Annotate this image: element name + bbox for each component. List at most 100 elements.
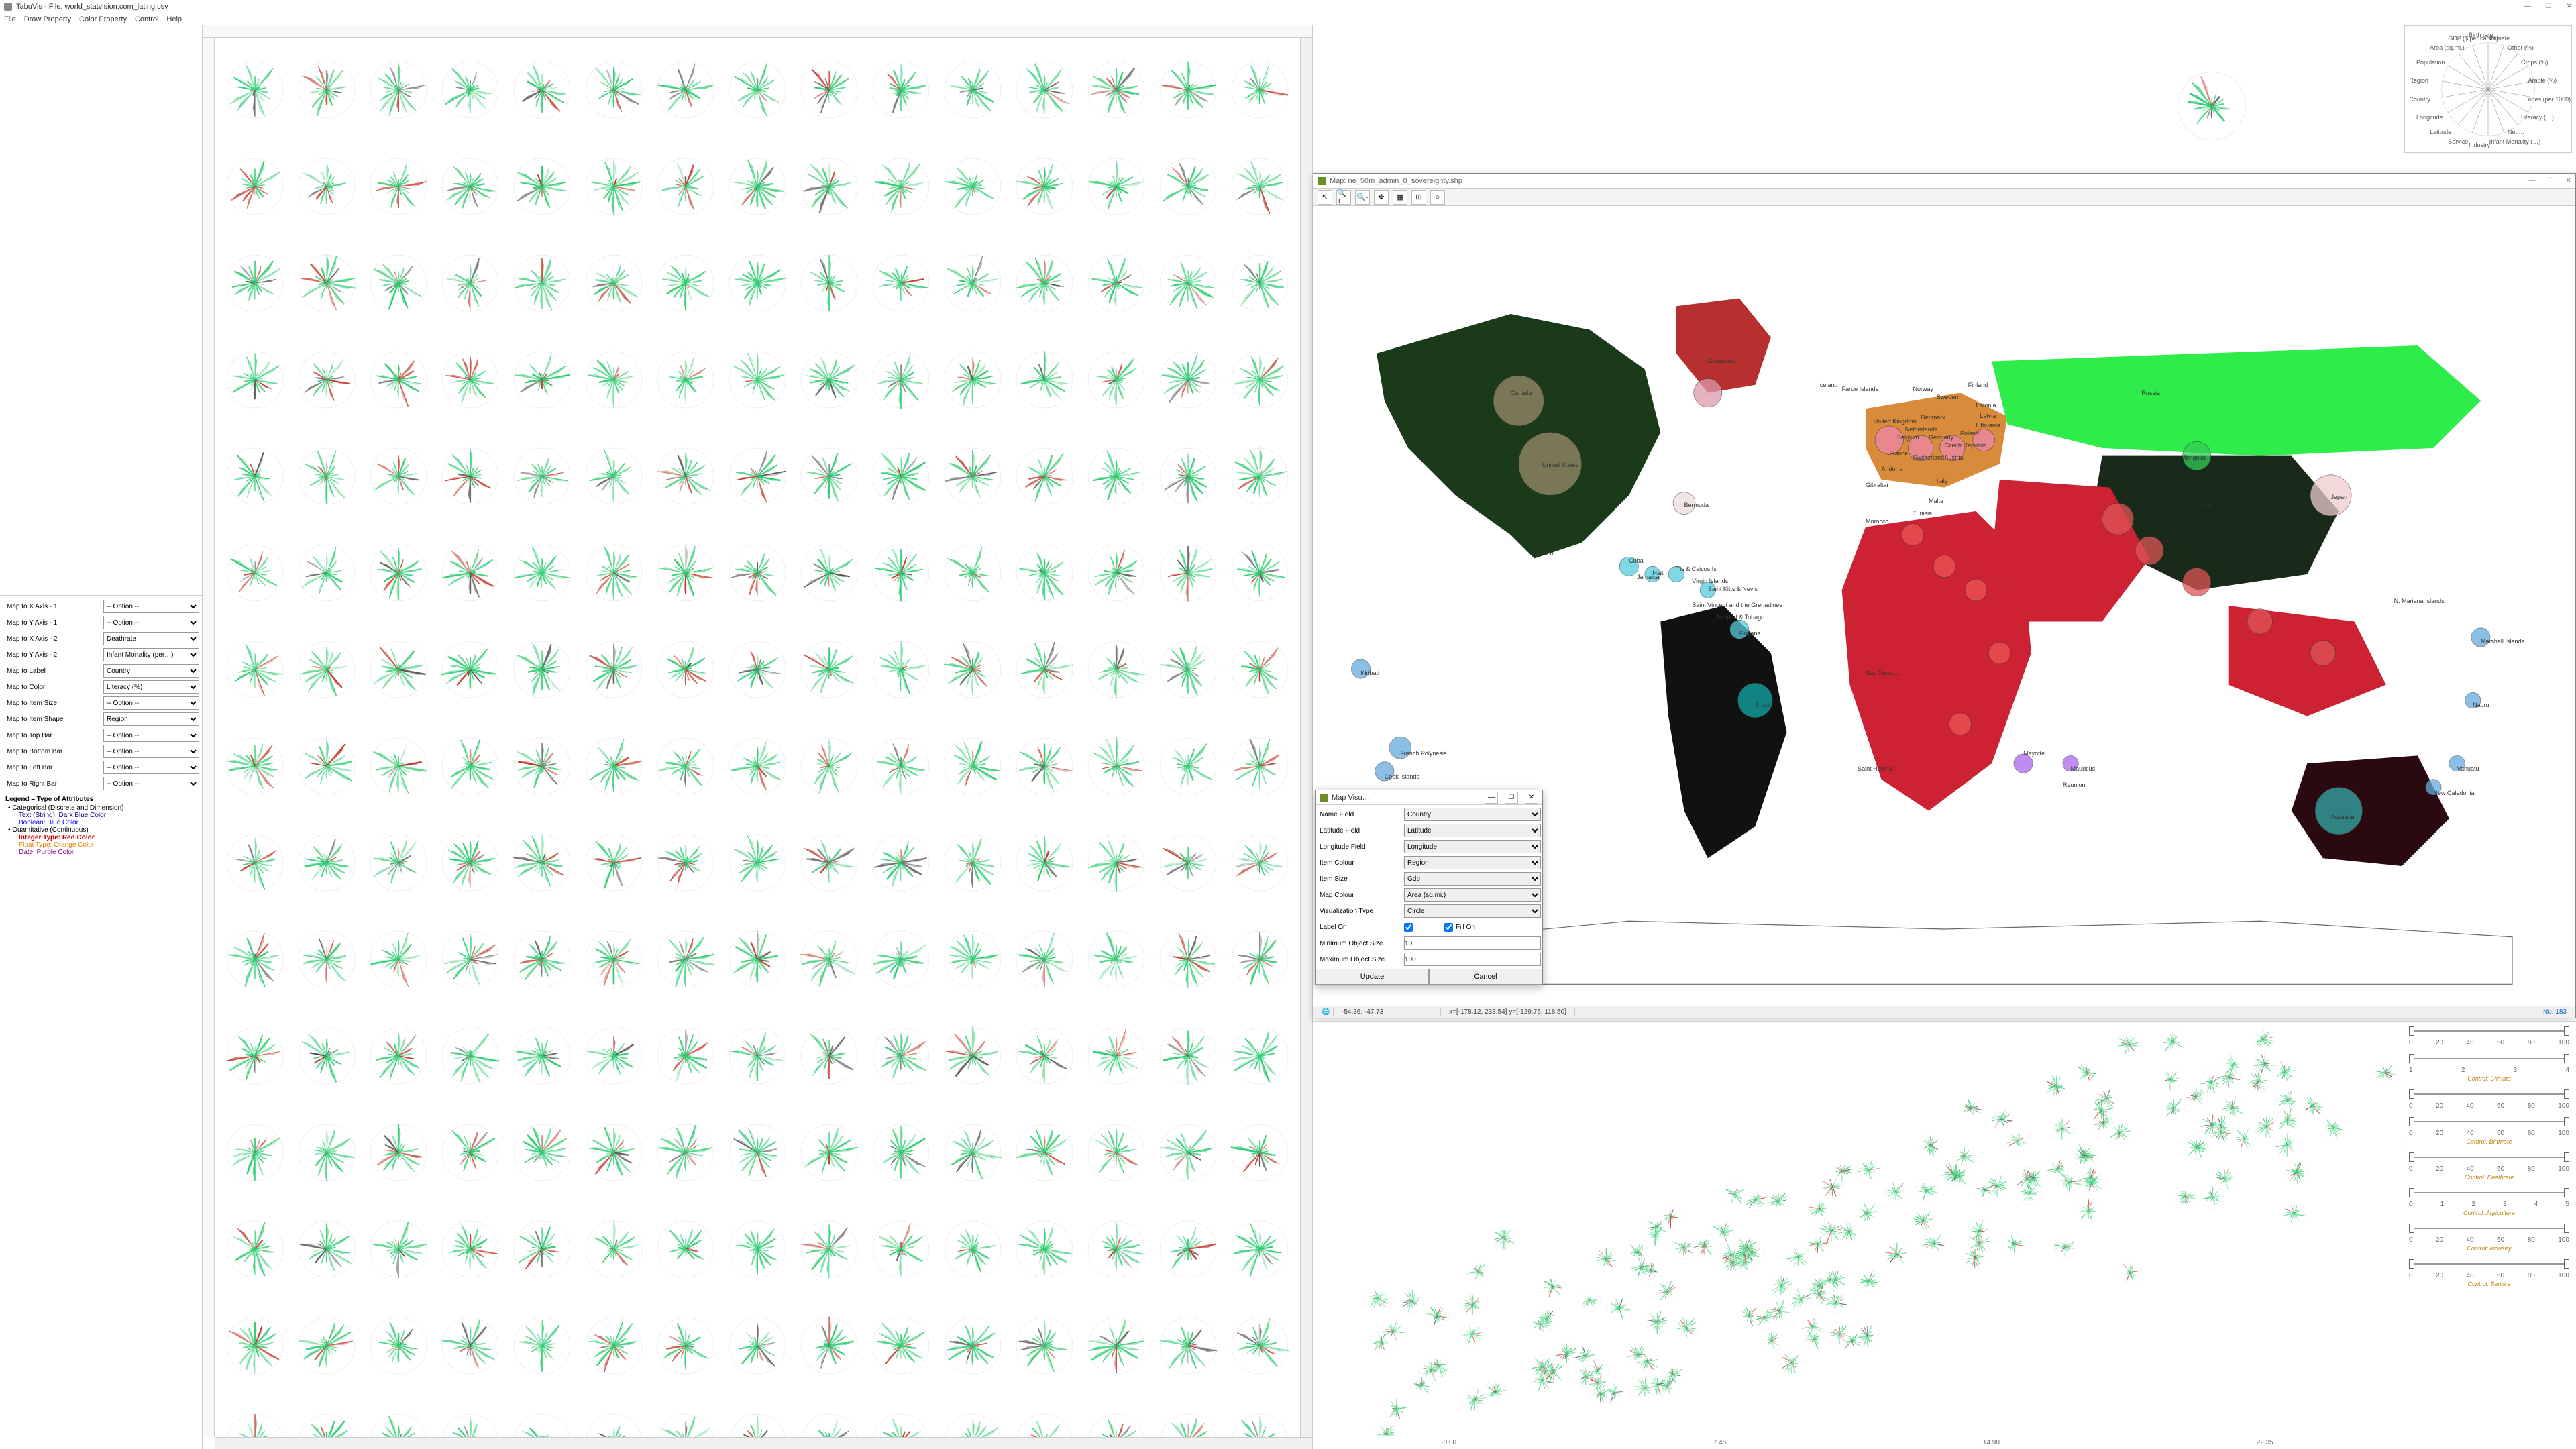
glyph-item[interactable] <box>1011 1312 1078 1379</box>
glyph-item[interactable] <box>1011 733 1078 800</box>
glyph-item[interactable] <box>724 443 791 510</box>
glyph-item[interactable] <box>293 1312 360 1379</box>
scatter-lower[interactable]: -0.007.4514.9022.35 <box>1313 1021 2402 1449</box>
range-slider[interactable] <box>2405 1222 2573 1235</box>
glyph-item[interactable] <box>652 733 719 800</box>
glyph-item[interactable] <box>867 733 934 800</box>
glyph-item[interactable] <box>365 1119 432 1186</box>
map-body[interactable]: CanadaUnited StatesGreenlandIcelandBermu… <box>1313 206 2575 1006</box>
glyph-item[interactable] <box>1011 539 1078 606</box>
glyph-item[interactable] <box>652 443 719 510</box>
glyph-item[interactable] <box>724 153 791 220</box>
glyph-item[interactable] <box>1083 1409 1150 1437</box>
glyph-item[interactable] <box>1155 733 1222 800</box>
glyph-item[interactable] <box>1011 153 1078 220</box>
glyph-item[interactable] <box>1226 539 1293 606</box>
dialog-update-button[interactable]: Update <box>1316 969 1429 985</box>
glyph-item[interactable] <box>796 1022 863 1089</box>
glyph-item[interactable] <box>1226 250 1293 317</box>
range-slider[interactable] <box>2405 1052 2573 1065</box>
dialog-select-longitude_field[interactable]: Longitude <box>1404 840 1541 853</box>
glyph-item[interactable] <box>365 250 432 317</box>
glyph-item[interactable] <box>437 56 504 123</box>
glyph-item[interactable] <box>580 1022 647 1089</box>
glyph-item[interactable] <box>652 346 719 413</box>
glyph-item[interactable] <box>1155 1216 1222 1283</box>
glyph-item[interactable] <box>796 1119 863 1186</box>
dialog-select-map_colour[interactable]: Area (sq.mi.) <box>1404 888 1541 902</box>
glyph-item[interactable] <box>437 1022 504 1089</box>
glyph-item[interactable] <box>437 733 504 800</box>
glyph-item[interactable] <box>293 1119 360 1186</box>
mapper-select-8[interactable]: -- Option -- <box>103 729 199 742</box>
window-close[interactable]: ✕ <box>2567 3 2572 10</box>
glyph-item[interactable] <box>652 1216 719 1283</box>
mapper-select-0[interactable]: -- Option -- <box>103 600 199 613</box>
glyph-item[interactable] <box>365 829 432 896</box>
glyph-scrollbar-horizontal[interactable] <box>215 1437 1312 1449</box>
glyph-item[interactable] <box>724 829 791 896</box>
glyph-item[interactable] <box>1155 539 1222 606</box>
slider-thumb-max[interactable] <box>2564 1224 2569 1233</box>
glyph-item[interactable] <box>365 1312 432 1379</box>
glyph-item[interactable] <box>365 1022 432 1089</box>
map-close[interactable]: ✕ <box>2566 177 2571 184</box>
glyph-item[interactable] <box>437 829 504 896</box>
map-tool-3[interactable]: ✥ <box>1374 190 1389 205</box>
glyph-item[interactable] <box>939 1119 1006 1186</box>
glyph-item[interactable] <box>1011 1409 1078 1437</box>
glyph-item[interactable] <box>293 1216 360 1283</box>
map-tool-4[interactable]: ▦ <box>1393 190 1407 205</box>
dialog-select-latitude_field[interactable]: Latitude <box>1404 824 1541 837</box>
glyph-item[interactable] <box>1155 153 1222 220</box>
glyph-item[interactable] <box>293 733 360 800</box>
glyph-item[interactable] <box>437 1409 504 1437</box>
glyph-item[interactable] <box>1011 346 1078 413</box>
glyph-item[interactable] <box>796 829 863 896</box>
glyph-item[interactable] <box>867 153 934 220</box>
slider-thumb-max[interactable] <box>2564 1089 2569 1099</box>
range-slider[interactable] <box>2405 1150 2573 1164</box>
glyph-item[interactable] <box>652 1312 719 1379</box>
glyph-item[interactable] <box>1155 829 1222 896</box>
glyph-item[interactable] <box>508 1312 576 1379</box>
glyph-item[interactable] <box>652 926 719 993</box>
glyph-item[interactable] <box>1155 346 1222 413</box>
glyph-item[interactable] <box>724 56 791 123</box>
glyph-item[interactable] <box>437 1216 504 1283</box>
glyph-item[interactable] <box>1155 636 1222 703</box>
glyph-item[interactable] <box>939 153 1006 220</box>
glyph-item[interactable] <box>580 56 647 123</box>
glyph-item[interactable] <box>293 56 360 123</box>
mapper-select-10[interactable]: -- Option -- <box>103 761 199 774</box>
glyph-item[interactable] <box>724 539 791 606</box>
glyph-item[interactable] <box>939 1022 1006 1089</box>
glyph-item[interactable] <box>652 539 719 606</box>
dialog-maximize[interactable]: ☐ <box>1505 792 1518 804</box>
glyph-item[interactable] <box>221 1409 288 1437</box>
glyph-item[interactable] <box>508 926 576 993</box>
slider-thumb-min[interactable] <box>2409 1259 2414 1269</box>
glyph-item[interactable] <box>1011 443 1078 510</box>
glyph-item[interactable] <box>724 1216 791 1283</box>
glyph-item[interactable] <box>652 1022 719 1089</box>
glyph-item[interactable] <box>580 926 647 993</box>
glyph-item[interactable] <box>867 1409 934 1437</box>
glyph-item[interactable] <box>1083 636 1150 703</box>
glyph-item[interactable] <box>221 1216 288 1283</box>
dialog-fill-on-checkbox[interactable] <box>1444 923 1453 932</box>
glyph-item[interactable] <box>1155 1119 1222 1186</box>
glyph-item[interactable] <box>365 346 432 413</box>
glyph-item[interactable] <box>508 829 576 896</box>
glyph-item[interactable] <box>508 1119 576 1186</box>
mapper-select-11[interactable]: -- Option -- <box>103 777 199 790</box>
slider-thumb-min[interactable] <box>2409 1188 2414 1197</box>
glyph-item[interactable] <box>221 153 288 220</box>
glyph-item[interactable] <box>508 1409 576 1437</box>
slider-thumb-min[interactable] <box>2409 1054 2414 1063</box>
glyph-item[interactable] <box>867 346 934 413</box>
glyph-item[interactable] <box>1083 346 1150 413</box>
glyph-item[interactable] <box>867 1119 934 1186</box>
map-maximize[interactable]: ☐ <box>2548 177 2554 184</box>
glyph-item[interactable] <box>437 1119 504 1186</box>
